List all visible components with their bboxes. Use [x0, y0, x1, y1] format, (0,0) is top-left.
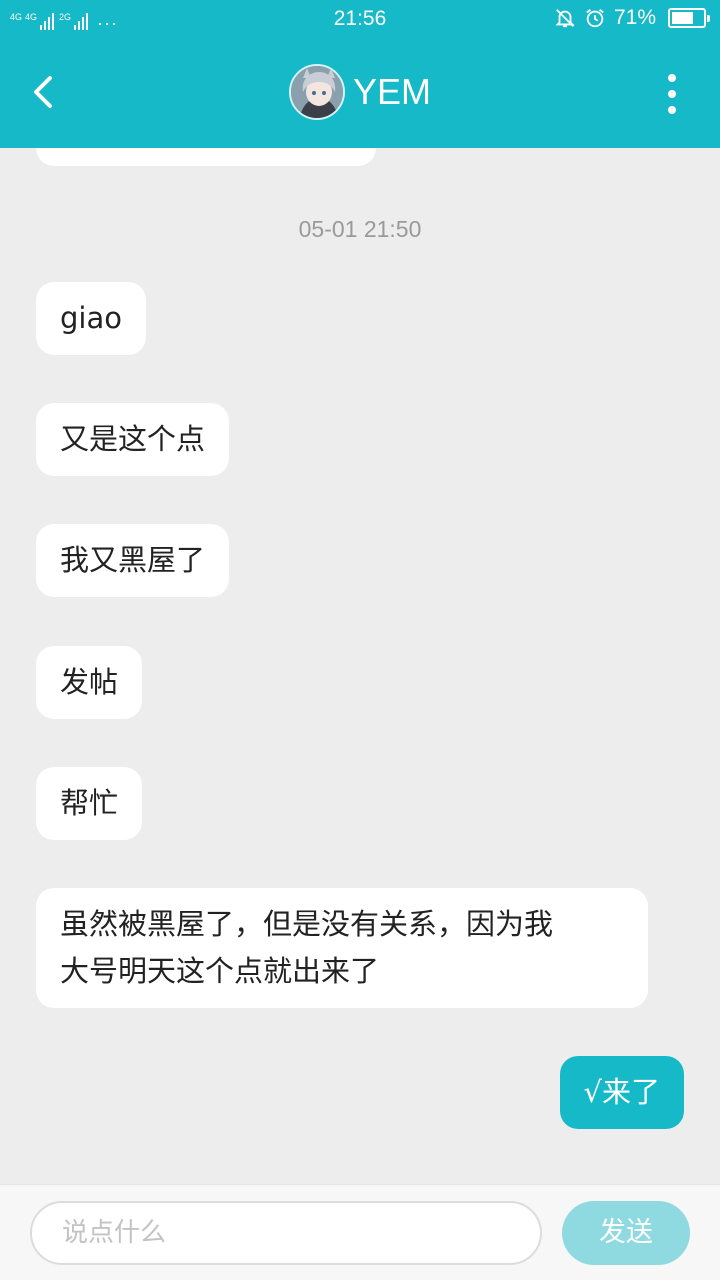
message-input[interactable]: 说点什么	[30, 1201, 542, 1265]
input-bar: 说点什么 发送	[0, 1184, 720, 1280]
battery-level	[672, 12, 694, 24]
page-title: YEM	[352, 71, 431, 112]
message-bubble-partial	[36, 148, 376, 166]
chat-area[interactable]: 05-01 21:50 giao 又是这个点 我又黑屋了 发帖 帮忙 虽然被黑屋…	[0, 148, 720, 1184]
more-vertical-icon[interactable]	[664, 74, 680, 114]
chat-header: YEM	[0, 40, 720, 148]
message-bubble[interactable]: 又是这个点	[36, 403, 230, 476]
status-right: 71%	[554, 6, 710, 30]
avatar[interactable]	[288, 64, 345, 120]
message-bubble[interactable]: 帮忙	[36, 767, 143, 840]
message-bubble[interactable]: giao	[36, 282, 146, 355]
chat-timestamp: 05-01 21:50	[298, 216, 422, 242]
alarm-icon	[586, 9, 604, 28]
message-bubble[interactable]: 我又黑屋了	[36, 524, 230, 597]
battery-percent: 71%	[613, 6, 656, 29]
message-bubble[interactable]: 虽然被黑屋了，但是没有关系，因为我 大号明天这个点就出来了	[36, 888, 648, 1008]
message-bubble[interactable]: 发帖	[36, 646, 143, 719]
battery-icon	[668, 8, 710, 28]
chat-title[interactable]: YEM	[0, 64, 720, 120]
my-message-bubble[interactable]: √来了	[559, 1056, 684, 1129]
send-button[interactable]: 发送	[562, 1201, 690, 1265]
status-bar: 4G 4G 2G ··· 21:56 71%	[0, 0, 720, 40]
mute-bell-icon	[555, 9, 575, 28]
